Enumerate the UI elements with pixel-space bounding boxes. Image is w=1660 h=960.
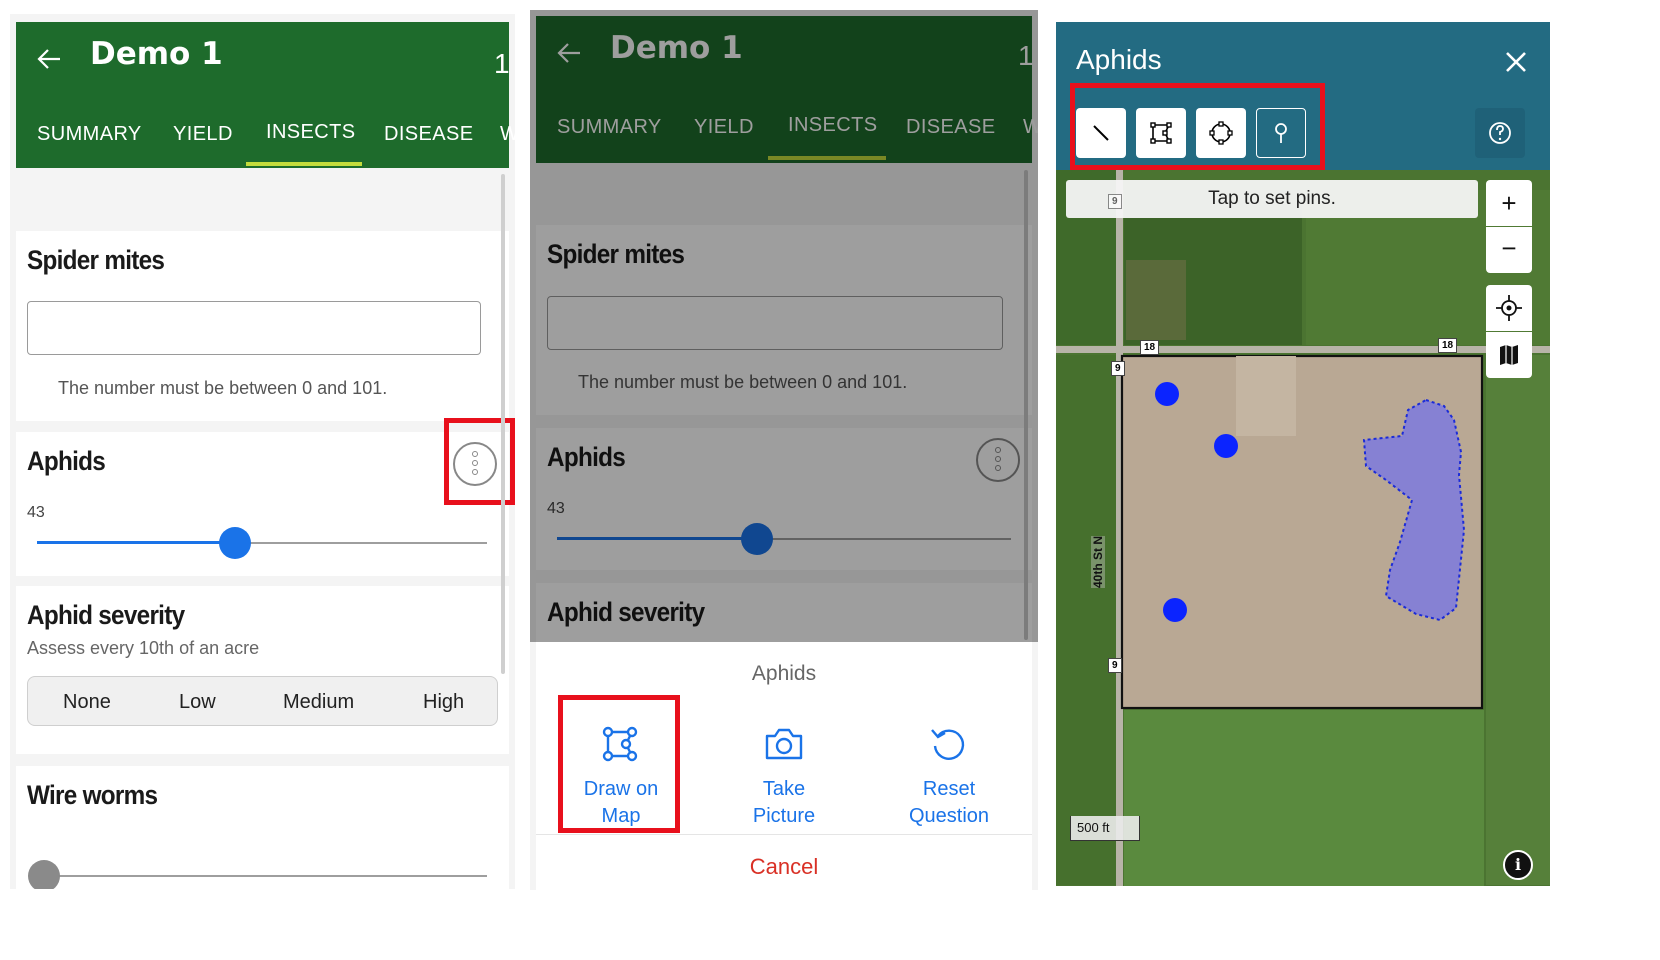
dim-overlay[interactable] <box>530 10 1038 642</box>
sheet-title: Aphids <box>751 662 817 685</box>
map-title: Aphids <box>1076 44 1162 75</box>
pin-marker[interactable] <box>1155 382 1179 406</box>
aphid-severity-title: Aphid severity <box>27 600 185 630</box>
aphid-severity-subtitle: Assess every 10th of an acre <box>27 638 260 658</box>
scrollbar[interactable] <box>501 174 505 674</box>
locate-icon[interactable] <box>1486 285 1532 331</box>
map-banner: Tap to set pins. <box>1066 180 1478 218</box>
reset-icon <box>931 729 965 760</box>
spider-mites-title: Spider mites <box>27 245 165 275</box>
page-title: Demo 1 <box>90 36 223 72</box>
scale-bar: 500 ft <box>1070 816 1140 841</box>
arrow-left-icon[interactable] <box>34 44 64 74</box>
header-number: 1 <box>494 48 510 79</box>
wire-worms-title: Wire worms <box>27 780 158 810</box>
close-icon[interactable] <box>1504 50 1528 74</box>
severity-segmented-control: None Low Medium High <box>27 676 498 726</box>
tab-yield[interactable]: YIELD <box>173 123 233 146</box>
tab-more[interactable]: W <box>500 123 515 146</box>
panel-map: Aphids Tap to set pins. + − 40th St N 18… <box>1052 20 1554 886</box>
pin-marker[interactable] <box>1163 598 1187 622</box>
spider-mites-hint: The number must be between 0 and 101. <box>58 378 388 398</box>
reset-question-action[interactable]: Reset Question <box>894 712 1004 832</box>
satellite-map[interactable]: Tap to set pins. + − 40th St N 18 18 9 9… <box>1056 170 1550 886</box>
aphids-card: Aphids 43 <box>16 432 509 576</box>
map-layers-icon[interactable] <box>1486 332 1532 378</box>
camera-icon <box>765 728 803 760</box>
panel-action-sheet: Demo 1 1 SUMMARY YIELD INSECTS DISEASE W… <box>530 10 1038 890</box>
spider-mites-card: Spider mites The number must be between … <box>16 231 509 421</box>
wire-worms-card: Wire worms <box>16 766 509 889</box>
zoom-in-button[interactable]: + <box>1486 180 1532 226</box>
severity-option-none[interactable]: None <box>63 691 111 714</box>
drawing-tools-highlight <box>1070 83 1325 170</box>
map-imagery <box>1056 170 1550 886</box>
road-label: 40th St N <box>1091 535 1106 589</box>
severity-option-high[interactable]: High <box>423 691 464 714</box>
help-icon[interactable] <box>1475 108 1525 158</box>
info-icon[interactable]: i <box>1503 850 1533 880</box>
take-picture-action[interactable]: Take Picture <box>729 712 839 832</box>
route-badge: 18 <box>1140 340 1160 355</box>
reset-question-label: Reset Question <box>908 778 990 827</box>
zoom-out-button[interactable]: − <box>1486 227 1532 273</box>
route-badge: 9 <box>1108 658 1122 673</box>
scrollbar[interactable] <box>1024 170 1028 640</box>
pin-marker[interactable] <box>1214 434 1238 458</box>
severity-option-low[interactable]: Low <box>179 691 216 714</box>
aphids-value: 43 <box>27 504 45 521</box>
aphids-title: Aphids <box>27 446 106 476</box>
draw-on-map-highlight <box>558 695 680 833</box>
tab-disease[interactable]: DISEASE <box>384 123 474 146</box>
sheet-divider <box>536 834 1032 835</box>
route-badge: 9 <box>1111 361 1125 376</box>
app-header: Demo 1 1 SUMMARY YIELD INSECTS DISEASE W <box>16 22 515 168</box>
route-badge: 9 <box>1108 194 1122 209</box>
cancel-button[interactable]: Cancel <box>536 854 1032 880</box>
spider-mites-input[interactable] <box>27 301 481 355</box>
route-badge: 18 <box>1438 338 1458 353</box>
tab-summary[interactable]: SUMMARY <box>37 123 142 146</box>
wire-worms-slider-track[interactable] <box>37 875 487 877</box>
aphids-slider-fill <box>37 541 235 544</box>
active-tab-indicator <box>246 162 362 166</box>
severity-option-medium[interactable]: Medium <box>283 691 354 714</box>
wire-worms-slider-thumb[interactable] <box>28 860 60 889</box>
aphid-severity-card: Aphid severity Assess every 10th of an a… <box>16 586 509 754</box>
tab-insects[interactable]: INSECTS <box>266 121 355 144</box>
take-picture-label: Take Picture <box>752 778 816 827</box>
aphids-slider-thumb[interactable] <box>219 527 251 559</box>
panel-form: Demo 1 1 SUMMARY YIELD INSECTS DISEASE W… <box>10 14 515 889</box>
